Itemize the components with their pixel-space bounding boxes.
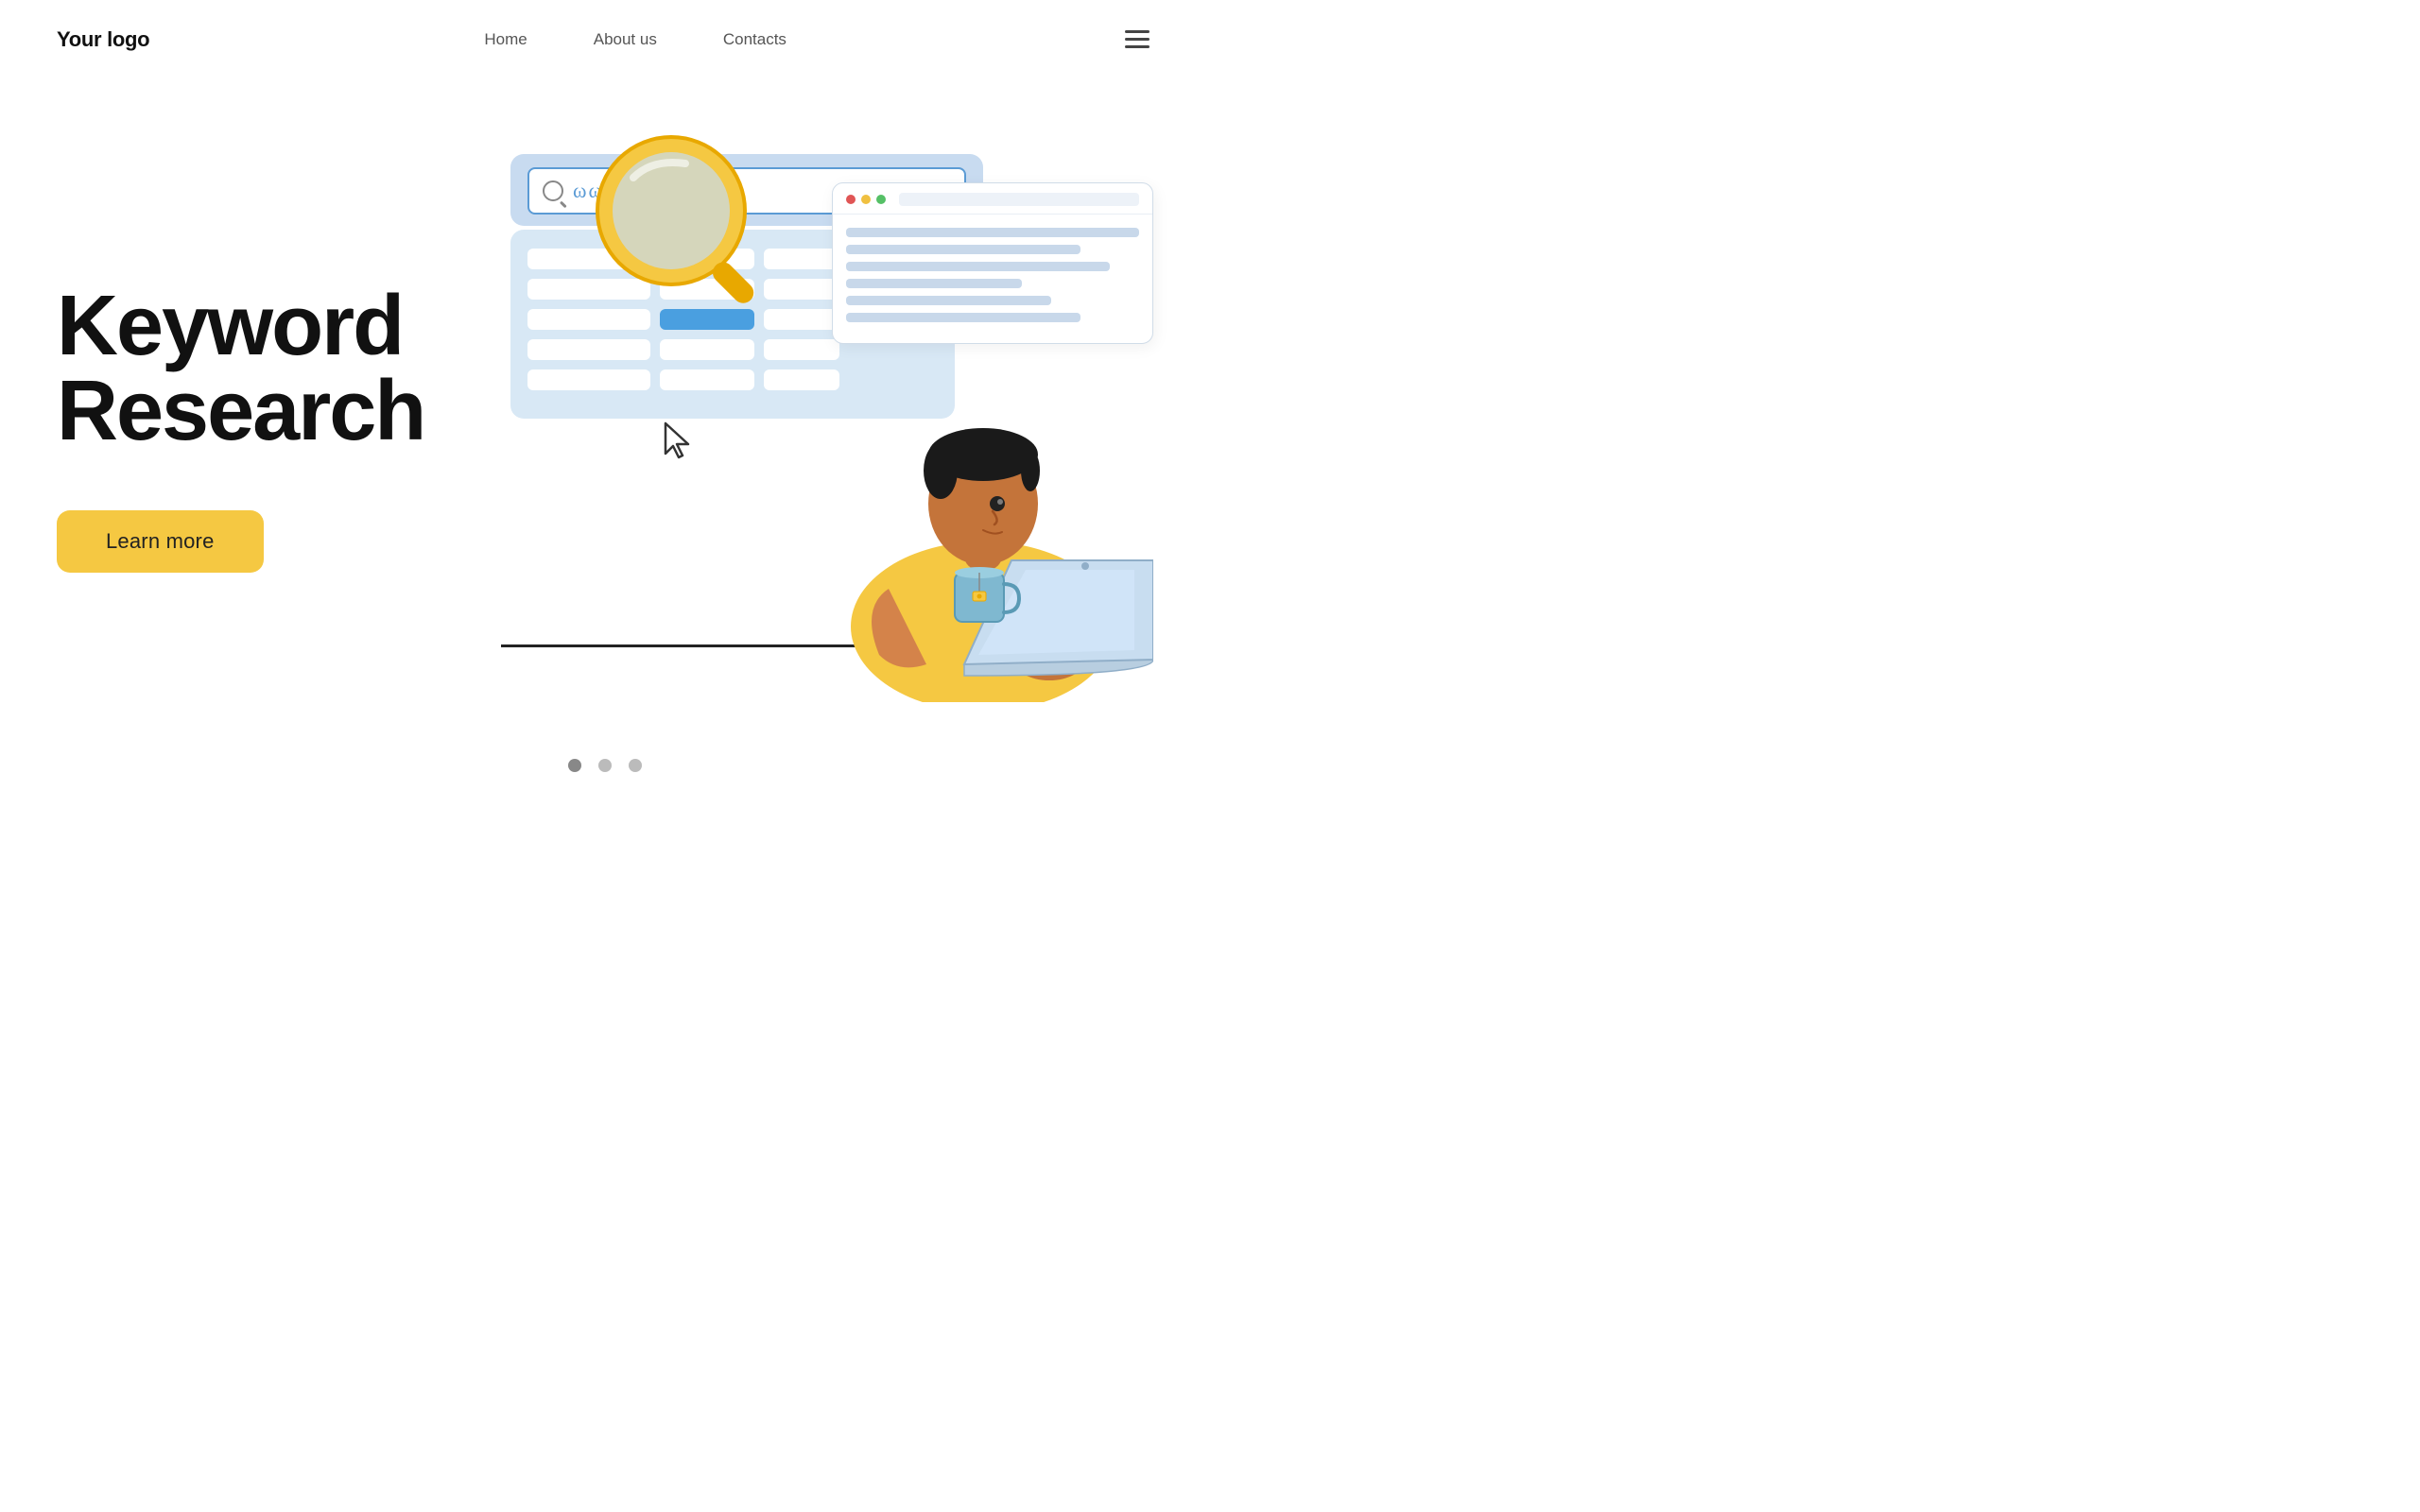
pagination-dot-2[interactable] [598,759,612,772]
kt-cell [660,339,754,360]
pagination [0,721,1210,800]
kt-cell [527,369,650,390]
search-icon [543,180,563,201]
cursor-icon [662,421,696,466]
logo: Your logo [57,27,149,52]
nav-home[interactable]: Home [484,30,527,49]
browser-dot-green [876,195,886,204]
browser-line [846,228,1139,237]
browser-line [846,245,1080,254]
kt-cell [764,249,839,269]
hamburger-menu[interactable] [1121,26,1153,52]
browser-dot-yellow [861,195,871,204]
browser-line [846,262,1110,271]
learn-more-button[interactable]: Learn more [57,510,264,573]
kt-cell [527,339,650,360]
hamburger-line-3 [1125,45,1150,48]
main-nav: Home About us Contacts [484,30,786,49]
kt-cell [660,369,754,390]
hero-title: Keyword Research [57,284,424,454]
browser-line [846,279,1022,288]
browser-line [846,296,1051,305]
nav-contacts[interactable]: Contacts [723,30,786,49]
hero-illustration: ωωωω [473,135,1153,702]
hero-section: Keyword Research Learn more ωωωω [0,78,1210,721]
hamburger-line-1 [1125,30,1150,33]
nav-about[interactable]: About us [594,30,657,49]
site-header: Your logo Home About us Contacts [0,0,1210,78]
tea-mug [945,556,1021,645]
browser-titlebar [833,183,1152,215]
hero-text-block: Keyword Research Learn more [57,265,424,573]
pagination-dot-1[interactable] [568,759,581,772]
pagination-dot-3[interactable] [629,759,642,772]
browser-address-bar [899,193,1139,206]
browser-dot-red [846,195,856,204]
kt-cell [764,279,839,300]
magnify-svg [586,126,775,334]
magnify-glass-icon [586,126,775,334]
hamburger-line-2 [1125,38,1150,41]
